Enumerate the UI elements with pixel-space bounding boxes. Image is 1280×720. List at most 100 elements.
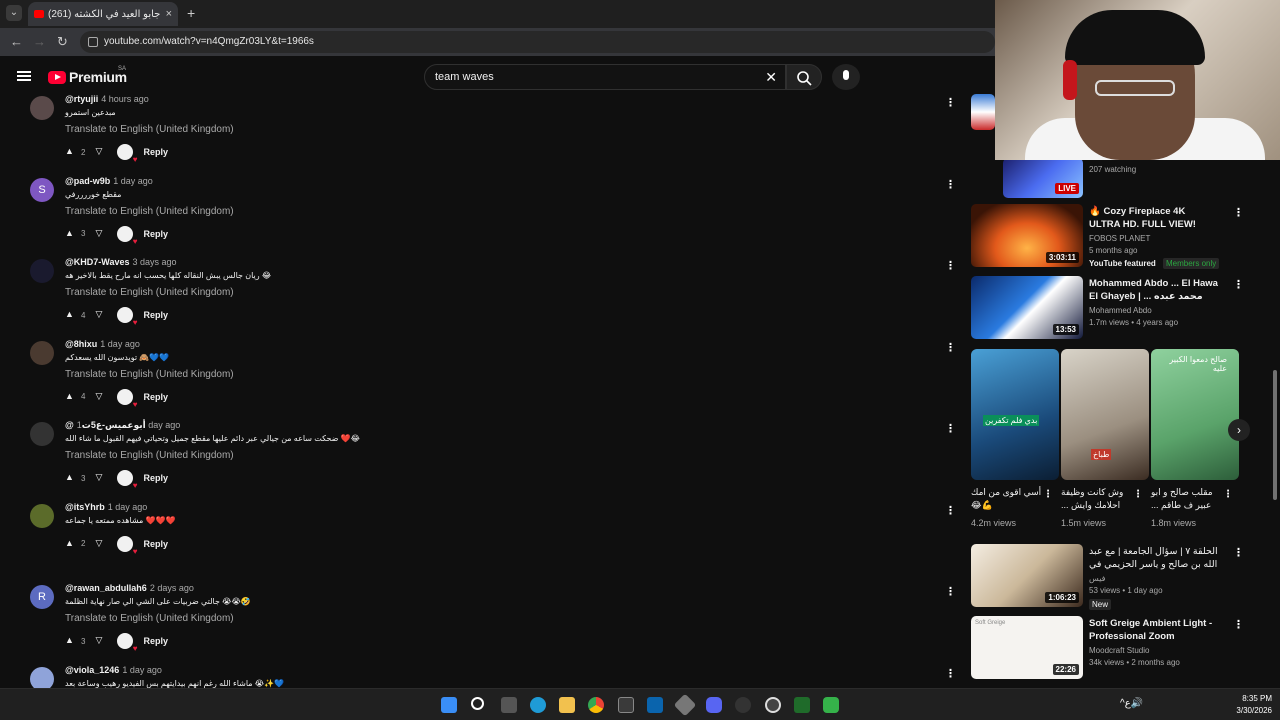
comment-time[interactable]: 1 day ago bbox=[113, 176, 153, 186]
file-explorer-icon[interactable] bbox=[559, 697, 575, 713]
short-thumbnail[interactable]: طباخ bbox=[1061, 349, 1149, 480]
video-more-icon[interactable]: ⋮ bbox=[1233, 546, 1244, 559]
translate-link[interactable]: Translate to English (United Kingdom) bbox=[65, 369, 234, 380]
site-info-icon[interactable] bbox=[88, 37, 98, 47]
browser-tab[interactable]: جابو العيد في الكشته (261) × bbox=[28, 2, 178, 26]
like-icon[interactable] bbox=[65, 146, 75, 157]
reply-button[interactable]: Reply bbox=[143, 229, 168, 239]
obs-icon[interactable] bbox=[765, 697, 781, 713]
short-title[interactable]: وش كانت وظيفة احلامك وايش ... bbox=[1061, 486, 1135, 512]
video-title[interactable]: Soft Greige Ambient Light - Professional… bbox=[1089, 617, 1219, 643]
related-video[interactable]: Soft Greige 22:26 Soft Greige Ambient Li… bbox=[971, 616, 1257, 680]
avatar[interactable]: S bbox=[30, 177, 54, 202]
comment-more-icon[interactable]: ⋮ bbox=[945, 585, 956, 598]
avatar[interactable] bbox=[30, 340, 54, 365]
dislike-icon[interactable] bbox=[95, 146, 105, 157]
like-icon[interactable] bbox=[65, 472, 75, 483]
short-thumbnail[interactable]: صالح دمعوا الكبير عليه bbox=[1151, 349, 1239, 480]
video-more-icon[interactable]: ⋮ bbox=[1233, 206, 1244, 219]
related-video[interactable]: 13:53 Mohammed Abdo ... El Hawa El Ghaye… bbox=[971, 276, 1257, 340]
app-icon-4[interactable] bbox=[823, 697, 839, 713]
like-icon[interactable] bbox=[65, 538, 75, 549]
app-icon[interactable] bbox=[673, 693, 697, 717]
comment-author[interactable]: @rtyujii bbox=[65, 94, 98, 104]
avatar[interactable] bbox=[30, 503, 54, 528]
short-more-icon[interactable]: ⋮ bbox=[1043, 489, 1053, 500]
reload-icon[interactable]: ↻ bbox=[57, 34, 68, 50]
clear-search-icon[interactable]: ✕ bbox=[765, 65, 777, 89]
voice-search-icon[interactable] bbox=[832, 64, 860, 90]
short-title[interactable]: مقلب صالح و ابو عبير ف طاقم ... bbox=[1151, 486, 1225, 512]
comment-more-icon[interactable]: ⋮ bbox=[945, 96, 956, 109]
task-view-icon[interactable] bbox=[501, 697, 517, 713]
short-more-icon[interactable]: ⋮ bbox=[1223, 489, 1233, 500]
dislike-icon[interactable] bbox=[95, 472, 105, 483]
translate-link[interactable]: Translate to English (United Kingdom) bbox=[65, 450, 234, 461]
reply-button[interactable]: Reply bbox=[143, 147, 168, 157]
like-icon[interactable] bbox=[65, 391, 75, 402]
comment-more-icon[interactable]: ⋮ bbox=[945, 341, 956, 354]
comment-author[interactable]: @rawan_abdullah6 bbox=[65, 583, 147, 593]
comment-author[interactable]: @KHD7-Waves bbox=[65, 257, 129, 267]
avatar[interactable] bbox=[30, 259, 54, 283]
translate-link[interactable]: Translate to English (United Kingdom) bbox=[65, 613, 234, 624]
comment-time[interactable]: 1 day ago bbox=[100, 339, 140, 349]
app-icon-3[interactable] bbox=[794, 697, 810, 713]
start-icon[interactable] bbox=[441, 697, 457, 713]
video-title[interactable]: 🔥 Cozy Fireplace 4K ULTRA HD. FULL VIEW! bbox=[1089, 205, 1219, 231]
comment-author[interactable]: @itsYhrb bbox=[65, 502, 105, 512]
comment-time[interactable]: 2 days ago bbox=[150, 583, 194, 593]
like-icon[interactable] bbox=[65, 635, 75, 646]
comment-more-icon[interactable]: ⋮ bbox=[945, 178, 956, 191]
youtube-premium-logo[interactable]: Premium SA bbox=[48, 66, 127, 85]
translate-link[interactable]: Translate to English (United Kingdom) bbox=[65, 206, 234, 217]
new-tab-button[interactable]: + bbox=[187, 5, 195, 21]
system-tray[interactable]: ^ع🔊 bbox=[1120, 698, 1143, 709]
comment-author[interactable]: @viola_1246 bbox=[65, 665, 119, 675]
comment-time[interactable]: 4 hours ago bbox=[101, 94, 149, 104]
discord-icon[interactable] bbox=[706, 697, 722, 713]
reply-button[interactable]: Reply bbox=[143, 310, 168, 320]
video-title[interactable]: Mohammed Abdo ... El Hawa El Ghayeb | مح… bbox=[1089, 277, 1219, 303]
reply-button[interactable]: Reply bbox=[143, 473, 168, 483]
comment-author[interactable]: @8hixu bbox=[65, 339, 97, 349]
channel-name[interactable]: Moodcraft Studio bbox=[1089, 646, 1149, 655]
like-icon[interactable] bbox=[65, 228, 75, 239]
chrome-icon[interactable] bbox=[588, 697, 604, 713]
short-more-icon[interactable]: ⋮ bbox=[1133, 489, 1143, 500]
tab-close-icon[interactable]: × bbox=[166, 8, 172, 20]
avatar[interactable]: R bbox=[30, 585, 54, 609]
menu-icon[interactable] bbox=[17, 71, 31, 81]
back-icon[interactable]: ← bbox=[10, 34, 23, 49]
edge-icon[interactable] bbox=[530, 697, 546, 713]
related-video[interactable]: 3:03:11 🔥 Cozy Fireplace 4K ULTRA HD. FU… bbox=[971, 204, 1257, 269]
video-more-icon[interactable]: ⋮ bbox=[1233, 278, 1244, 291]
reply-button[interactable]: Reply bbox=[143, 636, 168, 646]
like-icon[interactable] bbox=[65, 309, 75, 320]
dislike-icon[interactable] bbox=[95, 538, 105, 549]
reply-button[interactable]: Reply bbox=[143, 539, 168, 549]
page-scrollbar[interactable] bbox=[1272, 90, 1278, 688]
comment-more-icon[interactable]: ⋮ bbox=[945, 422, 956, 435]
tab-search-icon[interactable]: ⌄ bbox=[6, 5, 22, 21]
avatar[interactable] bbox=[30, 422, 54, 446]
comment-time[interactable]: 1 day ago bbox=[108, 502, 148, 512]
translate-link[interactable]: Translate to English (United Kingdom) bbox=[65, 124, 234, 135]
comment-author[interactable]: @pad-w9b bbox=[65, 176, 110, 186]
dislike-icon[interactable] bbox=[95, 635, 105, 646]
avatar[interactable] bbox=[30, 666, 54, 688]
tray-language[interactable]: ع bbox=[1125, 698, 1131, 709]
forward-icon[interactable]: → bbox=[33, 34, 46, 49]
search-input[interactable]: team waves ✕ bbox=[424, 64, 786, 90]
channel-name[interactable]: Mohammed Abdo bbox=[1089, 306, 1152, 315]
related-video[interactable]: 1:06:23 الحلقة ٧ | سؤال الجامعة | مع عبد… bbox=[971, 544, 1257, 610]
store-icon[interactable] bbox=[618, 697, 634, 713]
video-title[interactable]: الحلقة ٧ | سؤال الجامعة | مع عبد الله بن… bbox=[1089, 545, 1219, 571]
comment-more-icon[interactable]: ⋮ bbox=[945, 667, 956, 680]
dislike-icon[interactable] bbox=[95, 309, 105, 320]
scrollbar-thumb[interactable] bbox=[1273, 370, 1277, 500]
app-icon-2[interactable] bbox=[735, 697, 751, 713]
comment-more-icon[interactable]: ⋮ bbox=[945, 259, 956, 272]
reply-button[interactable]: Reply bbox=[143, 392, 168, 402]
dislike-icon[interactable] bbox=[95, 228, 105, 239]
